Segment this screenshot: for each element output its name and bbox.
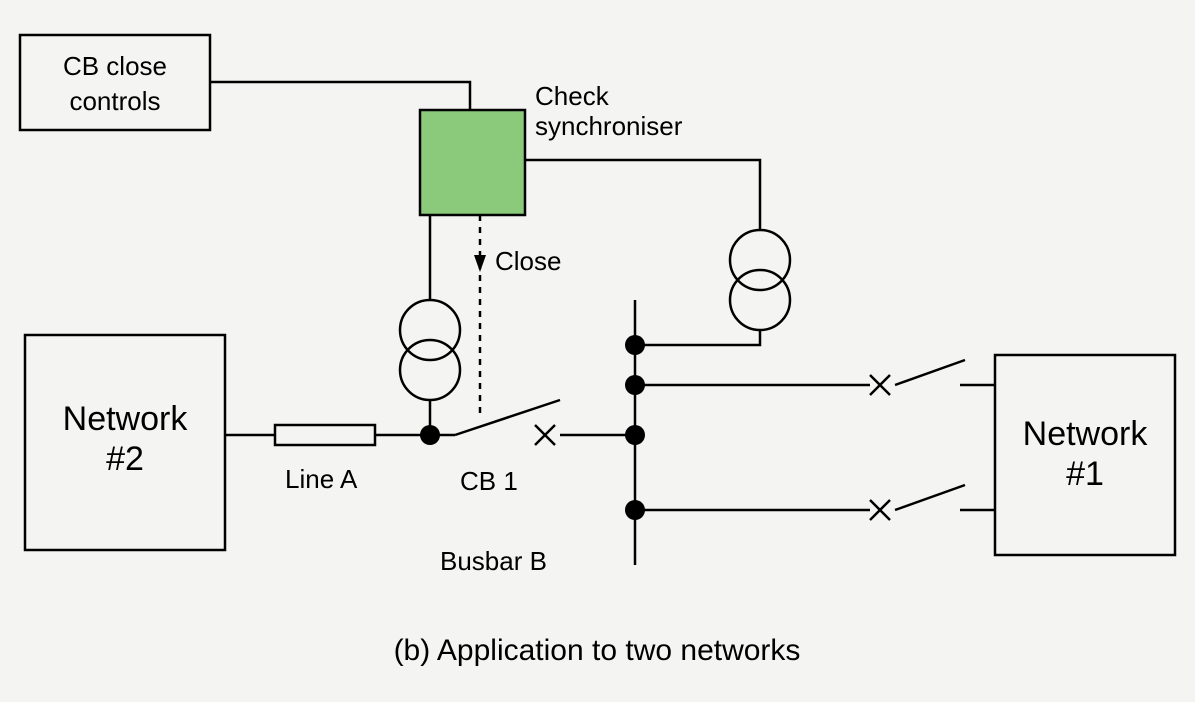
- busbar-b-label: Busbar B: [440, 546, 547, 576]
- close-arrowhead: [474, 255, 486, 272]
- network-2-label-2: #2: [106, 440, 144, 478]
- check-synchroniser-box: [420, 110, 525, 215]
- wire-vt-bus-to-bus: [635, 330, 760, 345]
- check-sync-label-2: synchroniser: [535, 111, 683, 141]
- close-label: Close: [495, 246, 561, 276]
- check-sync-label-1: Check: [535, 81, 610, 111]
- network-2-label-1: Network: [63, 400, 189, 438]
- figure-caption: (b) Application to two networks: [394, 634, 801, 667]
- wire-controls-to-sync: [210, 82, 470, 110]
- line-a-label: Line A: [285, 464, 358, 494]
- vt-bus: [730, 230, 790, 330]
- cb-close-controls-label-2: controls: [69, 86, 160, 116]
- breaker-bot: [870, 485, 965, 520]
- vt-line: [400, 300, 460, 400]
- wire-sync-to-vt-bus: [525, 160, 760, 230]
- line-a-symbol: [275, 425, 375, 445]
- network-1-label-1: Network: [1023, 415, 1149, 453]
- breaker-top: [870, 360, 965, 395]
- cb-close-controls-label-1: CB close: [63, 51, 167, 81]
- synchroniser-diagram: CB close controls Check synchroniser Clo…: [0, 0, 1195, 702]
- cb1-breaker: [455, 400, 635, 445]
- cb1-label: CB 1: [460, 466, 518, 496]
- network-1-label-2: #1: [1066, 455, 1104, 493]
